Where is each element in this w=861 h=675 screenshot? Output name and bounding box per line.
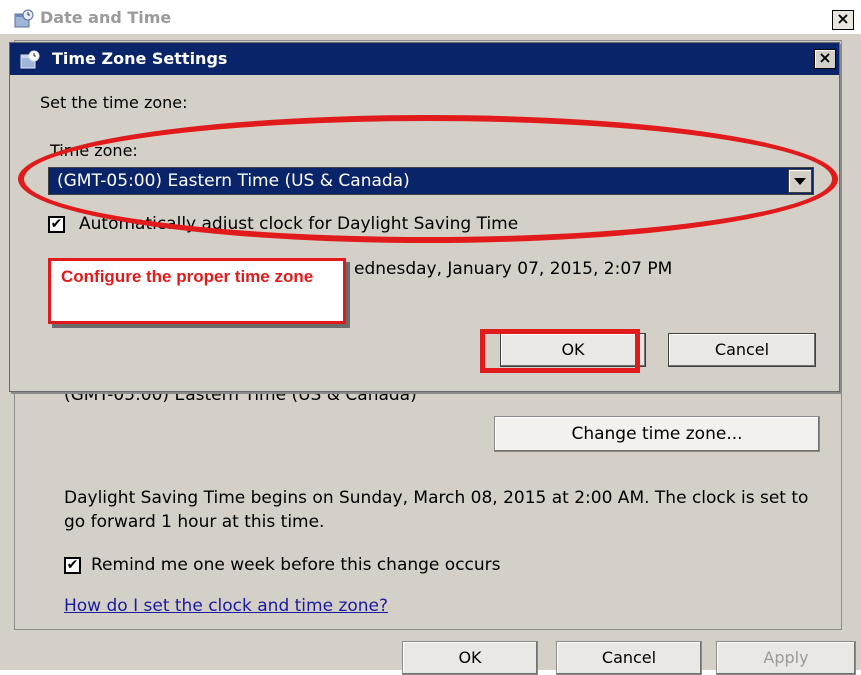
dialog-cancel-button[interactable]: Cancel bbox=[668, 333, 816, 367]
help-link[interactable]: How do I set the clock and time zone? bbox=[64, 596, 388, 616]
outer-close-button[interactable]: × bbox=[832, 10, 854, 30]
time-zone-settings-dialog: Time Zone Settings × Set the time zone: … bbox=[9, 42, 840, 392]
auto-dst-checkbox[interactable]: ✔ bbox=[48, 215, 65, 233]
dropdown-arrow-glyph bbox=[794, 177, 806, 185]
remind-option: ✔ Remind me one week before this change … bbox=[64, 554, 501, 576]
change-time-zone-button[interactable]: Change time zone... bbox=[494, 416, 820, 452]
time-zone-dropdown[interactable]: (GMT-05:00) Eastern Time (US & Canada) bbox=[48, 167, 814, 195]
time-zone-settings-icon bbox=[20, 50, 40, 69]
dialog-close-button[interactable]: × bbox=[814, 49, 836, 69]
remind-checkbox[interactable]: ✔ bbox=[64, 556, 81, 574]
date-time-window-icon bbox=[14, 9, 34, 28]
current-date-text: ednesday, January 07, 2015, 2:07 PM bbox=[354, 259, 673, 279]
annotation-callout: Configure the proper time zone bbox=[48, 258, 346, 324]
time-zone-selected-value: (GMT-05:00) Eastern Time (US & Canada) bbox=[57, 171, 410, 191]
auto-dst-option: ✔ Automatically adjust clock for Dayligh… bbox=[48, 213, 518, 235]
chevron-down-icon[interactable] bbox=[788, 169, 812, 193]
outer-titlebar[interactable]: Date and Time × bbox=[0, 0, 861, 34]
dst-notice-text: Daylight Saving Time begins on Sunday, M… bbox=[64, 488, 809, 532]
auto-dst-label: Automatically adjust clock for Daylight … bbox=[79, 214, 519, 234]
outer-window-title: Date and Time bbox=[40, 8, 172, 27]
dialog-titlebar[interactable]: Time Zone Settings × bbox=[10, 43, 839, 75]
dialog-ok-button[interactable]: OK bbox=[500, 333, 646, 367]
set-time-zone-label: Set the time zone: bbox=[40, 93, 188, 112]
time-zone-label: Time zone: bbox=[50, 141, 138, 160]
remind-label: Remind me one week before this change oc… bbox=[91, 555, 501, 575]
dialog-title: Time Zone Settings bbox=[52, 49, 228, 68]
